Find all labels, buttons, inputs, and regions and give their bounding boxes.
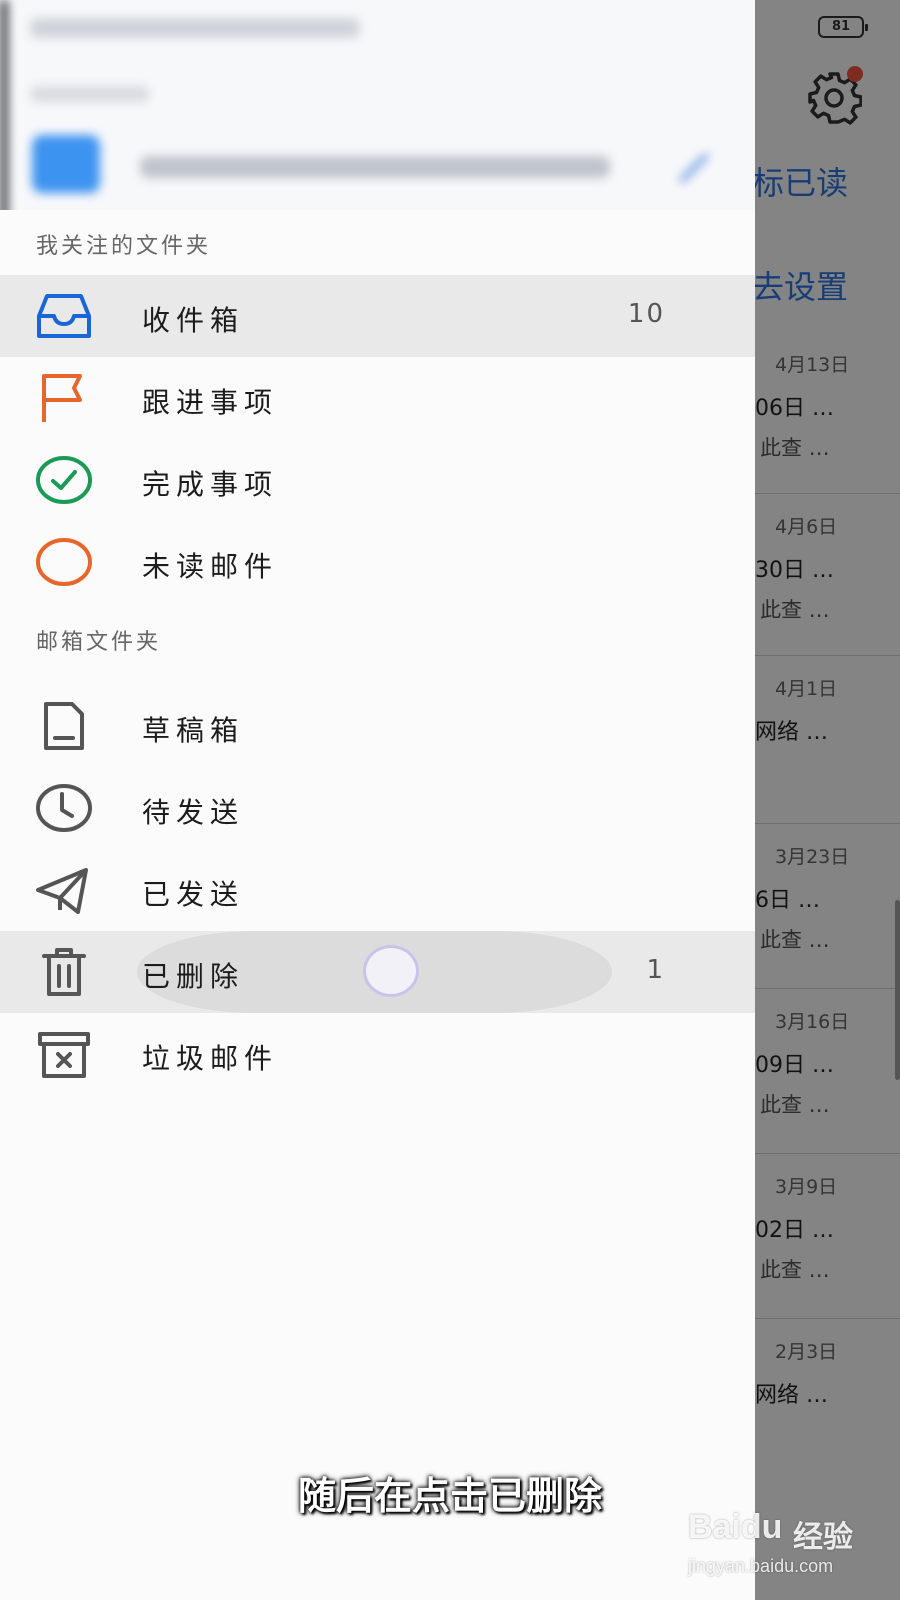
section-title-mailbox: 邮箱文件夹: [36, 630, 162, 655]
trash-icon: [42, 948, 86, 996]
watermark-url: jingyan.baidu.com: [688, 1556, 834, 1576]
account-label-blurred: [30, 86, 150, 102]
folder-label: 已删除: [142, 960, 245, 993]
scroll-indicator: [895, 900, 900, 1080]
send-icon: [36, 868, 88, 914]
folder-label: 未读邮件: [142, 550, 279, 583]
item-count: 1: [646, 955, 665, 985]
avatar: [32, 135, 100, 193]
folder-label: 已发送: [142, 878, 245, 911]
folder-label: 完成事项: [142, 468, 279, 501]
unread-count: 10: [627, 299, 665, 329]
spam-box-icon: [38, 1032, 90, 1078]
account-edge: [0, 0, 8, 210]
folder-drafts[interactable]: 草稿箱: [0, 685, 755, 767]
flag-icon: [42, 374, 82, 422]
draft-icon: [44, 702, 84, 750]
folder-label: 草稿箱: [142, 714, 245, 747]
folder-follow-up[interactable]: 跟进事项: [0, 357, 755, 439]
folder-label: 跟进事项: [142, 386, 279, 419]
folder-done[interactable]: 完成事项: [0, 439, 755, 521]
folder-sent[interactable]: 已发送: [0, 849, 755, 931]
check-circle-icon: [36, 456, 92, 504]
section-title-followed: 我关注的文件夹: [36, 234, 212, 259]
folder-label: 待发送: [142, 796, 245, 829]
touch-indicator: [363, 945, 419, 997]
clock-icon: [36, 784, 92, 832]
folder-unread[interactable]: 未读邮件: [0, 521, 755, 603]
account-header[interactable]: [0, 0, 755, 210]
watermark-text: 经验: [793, 1520, 853, 1555]
folder-outbox[interactable]: 待发送: [0, 767, 755, 849]
unread-circle-icon: [36, 538, 92, 586]
watermark-logo: Baidu: [688, 1508, 783, 1546]
account-name-blurred: [30, 18, 360, 38]
folder-drawer: 我关注的文件夹 收件箱 10 跟进事项 完成事项 未读邮件 邮箱文件夹 草稿箱 …: [0, 0, 755, 1600]
inbox-icon: [37, 294, 91, 338]
folder-spam[interactable]: 垃圾邮件: [0, 1013, 755, 1095]
folder-inbox[interactable]: 收件箱 10: [0, 275, 755, 357]
account-email-blurred: [140, 156, 610, 178]
folder-label: 收件箱: [142, 304, 245, 337]
folder-deleted[interactable]: 已删除 1: [0, 931, 755, 1013]
edit-icon[interactable]: [676, 150, 712, 186]
watermark: Baidu 经验 jingyan.baidu.com: [688, 1508, 888, 1588]
folder-label: 垃圾邮件: [142, 1042, 279, 1075]
